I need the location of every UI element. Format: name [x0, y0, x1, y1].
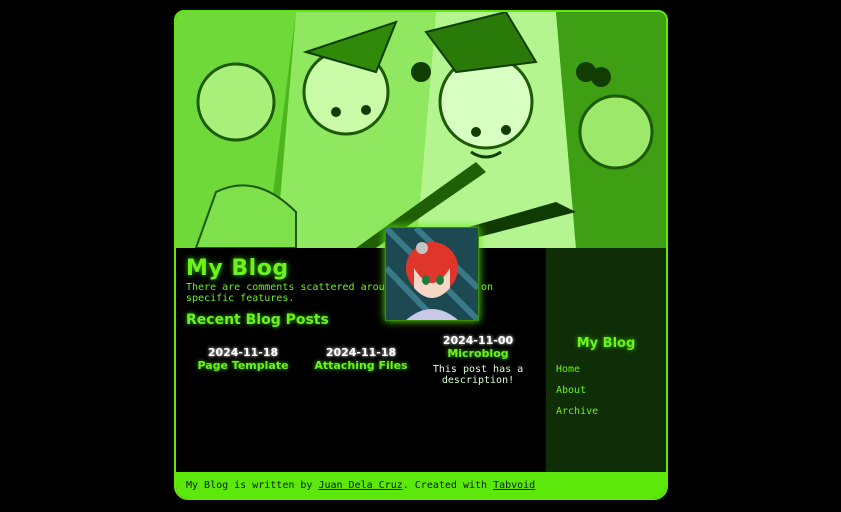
recent-posts-heading: Recent Blog Posts — [186, 312, 329, 328]
avatar — [385, 227, 479, 321]
main-content: My Blog There are comments scattered aro… — [176, 248, 546, 472]
post-link-page-template[interactable]: Page Template — [184, 359, 302, 372]
footer-tool-link[interactable]: Tabvoid — [493, 480, 535, 491]
post-link-attaching-files[interactable]: Attaching Files — [302, 359, 420, 372]
post-card: 2024-11-18 Attaching Files — [302, 346, 420, 372]
page-title: My Blog — [186, 256, 289, 281]
nav-link-about[interactable]: About — [556, 385, 586, 396]
nav-link-archive[interactable]: Archive — [556, 406, 598, 417]
footer-author-link[interactable]: Juan Dela Cruz — [318, 480, 402, 491]
footer-prefix: My Blog is written by — [186, 480, 319, 491]
header-banner-image — [176, 12, 666, 248]
post-card: 2024-11-00 Microblog This post has a des… — [419, 334, 537, 386]
footer-middle: . Created with — [402, 480, 494, 491]
footer: My Blog is written by Juan Dela Cruz. Cr… — [176, 472, 666, 498]
post-date: 2024-11-18 — [207, 346, 279, 359]
post-link-microblog[interactable]: Microblog — [419, 347, 537, 360]
sidebar-title: My Blog — [576, 336, 636, 351]
post-card: 2024-11-18 Page Template — [184, 346, 302, 372]
post-date: 2024-11-18 — [325, 346, 397, 359]
nav-link-home[interactable]: Home — [556, 364, 580, 375]
post-date: 2024-11-00 — [442, 334, 514, 347]
sidebar: My Blog Home About Archive — [546, 248, 666, 472]
post-description: This post has a description! — [432, 364, 524, 386]
